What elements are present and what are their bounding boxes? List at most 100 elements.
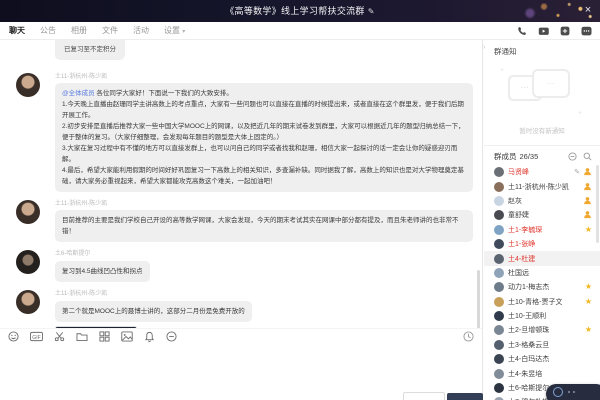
message-bubble: @全体成员 各位同学大家好！下面说一下我们的大致安排。 1.今天晚上直播由赵珊同… xyxy=(55,83,473,192)
member-avatar[interactable] xyxy=(494,340,504,350)
collapse-panel-icon[interactable]: › xyxy=(483,44,485,51)
star-icon: ★ xyxy=(585,326,592,334)
member-row[interactable]: 土4-朱昱培 xyxy=(484,366,600,380)
member-avatar[interactable] xyxy=(494,369,504,379)
floating-call-widget[interactable] xyxy=(546,384,600,400)
sender-name: 土11-浙杭州-陈少凯 xyxy=(55,198,482,207)
image-icon[interactable] xyxy=(121,331,133,342)
close-chat-button[interactable] xyxy=(403,392,445,400)
new-chat-icon[interactable] xyxy=(560,26,570,36)
folder-icon[interactable] xyxy=(76,331,88,342)
empty-notice-illustration: ⋯ ⋯ + + xyxy=(484,65,600,123)
tab-bar: 聊天 公告 相册 文件 活动 设置 ▾ xyxy=(0,22,600,40)
tab-files[interactable]: 文件 xyxy=(102,25,118,36)
group-title: 《高等数学》线上学习帮扶交流群✎ xyxy=(0,0,600,22)
member-name: 土11-浙杭州-陈少凯 xyxy=(508,182,569,192)
search-icon[interactable] xyxy=(583,152,592,161)
empty-notice-text: 暂时没有新通知 xyxy=(484,125,600,135)
member-avatar[interactable] xyxy=(494,182,504,192)
member-row[interactable]: 动力1-梅志杰★ xyxy=(484,280,600,294)
member-avatar[interactable] xyxy=(494,325,504,335)
tab-album[interactable]: 相册 xyxy=(71,25,87,36)
tab-activity[interactable]: 活动 xyxy=(133,25,149,36)
member-avatar[interactable] xyxy=(494,311,504,321)
member-row[interactable]: 土1-张峥 xyxy=(484,237,600,251)
tab-settings[interactable]: 设置 ▾ xyxy=(164,25,185,36)
member-name: 土4-朱昱培 xyxy=(508,369,542,379)
avatar[interactable] xyxy=(16,290,40,314)
member-scrollbar[interactable] xyxy=(596,165,599,243)
right-sidebar: › 群通知 ⋯ ⋯ + + 暂时没有新通知 群成员 26/35 马贤峰 ✎ 土11-… xyxy=(484,40,600,400)
mention-all-link[interactable]: @全体成员 xyxy=(62,90,95,97)
message-bubble: 第二个就是MOOC上的聂博士讲的，这部分二月份是免费开放的 xyxy=(55,301,252,322)
member-row[interactable]: 杜国远 xyxy=(484,266,600,280)
tab-announcement[interactable]: 公告 xyxy=(40,25,56,36)
member-row[interactable]: 土1-李毓琛★ xyxy=(484,223,600,237)
member-row[interactable]: 土2-旦增顿珠 ★ xyxy=(484,323,600,337)
member-avatar[interactable] xyxy=(494,210,504,220)
member-avatar[interactable] xyxy=(494,282,504,292)
member-name: 动力1-梅志杰 xyxy=(508,282,549,292)
emoji-icon[interactable] xyxy=(8,331,19,342)
message-bubble: 目前推荐的主要是我们学校自己开设的高等数学网课，大家会发现，今天的期末考试其实在… xyxy=(55,210,473,242)
member-name: 土1-李毓琛 xyxy=(508,225,542,235)
member-row[interactable]: 童舒婕 xyxy=(484,208,600,222)
member-name: 土1-张峥 xyxy=(508,239,535,249)
member-list: 马贤峰✎土11-浙杭州-陈少凯赵灰童舒婕土1-李毓琛★土1-张峥土4-杜建杜国远… xyxy=(484,165,600,400)
chat-message: 土6-哈斯提尔 复习到4.5曲线凹凸性和拐点 xyxy=(0,248,482,282)
member-name: 土10-王顺利 xyxy=(508,311,546,321)
member-avatar[interactable] xyxy=(494,297,504,307)
screenshot-icon[interactable] xyxy=(54,331,65,342)
input-toolbar: GIF xyxy=(0,328,482,344)
sender-name: 土11-浙杭州-陈少凯 xyxy=(55,71,482,80)
member-avatar[interactable] xyxy=(494,196,504,206)
avatar[interactable] xyxy=(16,250,40,274)
send-button[interactable] xyxy=(447,393,483,400)
app-window: 《高等数学》线上学习帮扶交流群✎ × 聊天 公告 相册 文件 活动 设置 ▾ 已… xyxy=(0,0,600,400)
edit-title-icon[interactable]: ✎ xyxy=(368,7,375,16)
member-name: 马贤峰 xyxy=(508,167,529,177)
member-avatar[interactable] xyxy=(494,239,504,249)
avatar[interactable] xyxy=(16,200,40,224)
filter-icon[interactable] xyxy=(568,152,577,161)
phone-icon[interactable] xyxy=(517,26,527,36)
members-label: 群成员 xyxy=(494,151,517,162)
gif-icon[interactable]: GIF xyxy=(30,331,43,342)
sender-name: 土6-哈斯提尔 xyxy=(55,248,482,257)
pencil-icon[interactable]: ✎ xyxy=(574,168,580,176)
member-name: 土4-杜建 xyxy=(508,254,535,264)
member-row[interactable]: 土4-白玛达杰 xyxy=(484,352,600,366)
message-bubble: 复习到4.5曲线凹凸性和拐点 xyxy=(55,261,150,282)
member-avatar[interactable] xyxy=(494,167,504,177)
tab-chat[interactable]: 聊天 xyxy=(9,25,25,36)
members-count: 26/35 xyxy=(520,152,539,161)
more-icon[interactable] xyxy=(581,26,592,36)
member-avatar[interactable] xyxy=(494,254,504,264)
member-row[interactable]: 土10-王顺利 xyxy=(484,309,600,323)
members-header: 群成员 26/35 xyxy=(484,145,600,165)
close-window-icon[interactable]: × xyxy=(581,3,595,17)
member-name: 土4-白玛达杰 xyxy=(508,354,549,364)
member-row[interactable]: 土4-杜建 xyxy=(484,251,600,265)
window-titlebar[interactable]: 《高等数学》线上学习帮扶交流群✎ × xyxy=(0,0,600,22)
grid-icon[interactable] xyxy=(99,331,110,342)
member-row[interactable]: 土10-青格-贾子文★ xyxy=(484,295,600,309)
bell-icon[interactable] xyxy=(144,331,155,342)
chat-message: 土11-浙杭州-陈少凯 目前推荐的主要是我们学校自己开设的高等数学网课，大家会发… xyxy=(0,198,482,242)
history-clock-icon[interactable] xyxy=(463,331,474,342)
member-name: 赵灰 xyxy=(508,196,522,206)
member-avatar[interactable] xyxy=(494,225,504,235)
chevron-down-icon: ▾ xyxy=(182,29,185,35)
member-avatar[interactable] xyxy=(494,268,504,278)
avatar[interactable] xyxy=(16,73,40,97)
video-icon[interactable] xyxy=(538,26,549,36)
member-row[interactable]: 土3-格桑云旦 xyxy=(484,338,600,352)
member-avatar[interactable] xyxy=(494,383,504,393)
group-notice-title: 群通知 xyxy=(484,40,600,57)
member-name: 土2-旦增顿珠 xyxy=(508,325,549,335)
minus-circle-icon[interactable] xyxy=(166,331,177,342)
member-avatar[interactable] xyxy=(494,354,504,364)
member-name: 杜国远 xyxy=(508,268,529,278)
member-name: 童舒婕 xyxy=(508,210,529,220)
chat-area: 已复习至不定积分 土11-浙杭州-陈少凯 @全体成员 各位同学大家好！下面说一下… xyxy=(0,40,483,400)
